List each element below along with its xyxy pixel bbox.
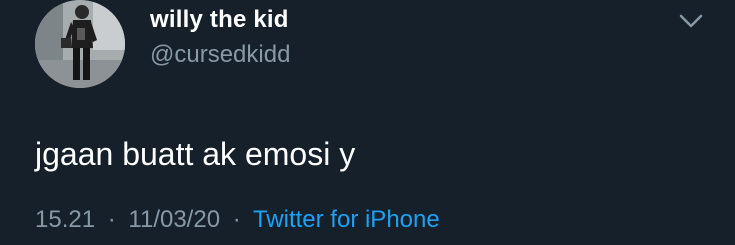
chevron-down-icon[interactable] xyxy=(678,10,704,32)
tweet-text: jgaan buatt ak emosi y xyxy=(35,136,356,172)
tweet-card: willy the kid @cursedkidd jgaan buatt ak… xyxy=(0,0,735,245)
tweet-source-link[interactable]: Twitter for iPhone xyxy=(253,206,440,233)
display-name[interactable]: willy the kid xyxy=(150,6,289,34)
meta-separator: · xyxy=(107,206,116,233)
meta-separator: · xyxy=(232,206,241,233)
tweet-date[interactable]: 11/03/20 xyxy=(128,206,220,233)
avatar[interactable] xyxy=(35,0,125,88)
tweet-time[interactable]: 15.21 xyxy=(35,206,95,233)
tweet-meta: 15.21 · 11/03/20 · Twitter for iPhone xyxy=(35,206,440,234)
username-handle[interactable]: @cursedkidd xyxy=(150,41,290,69)
